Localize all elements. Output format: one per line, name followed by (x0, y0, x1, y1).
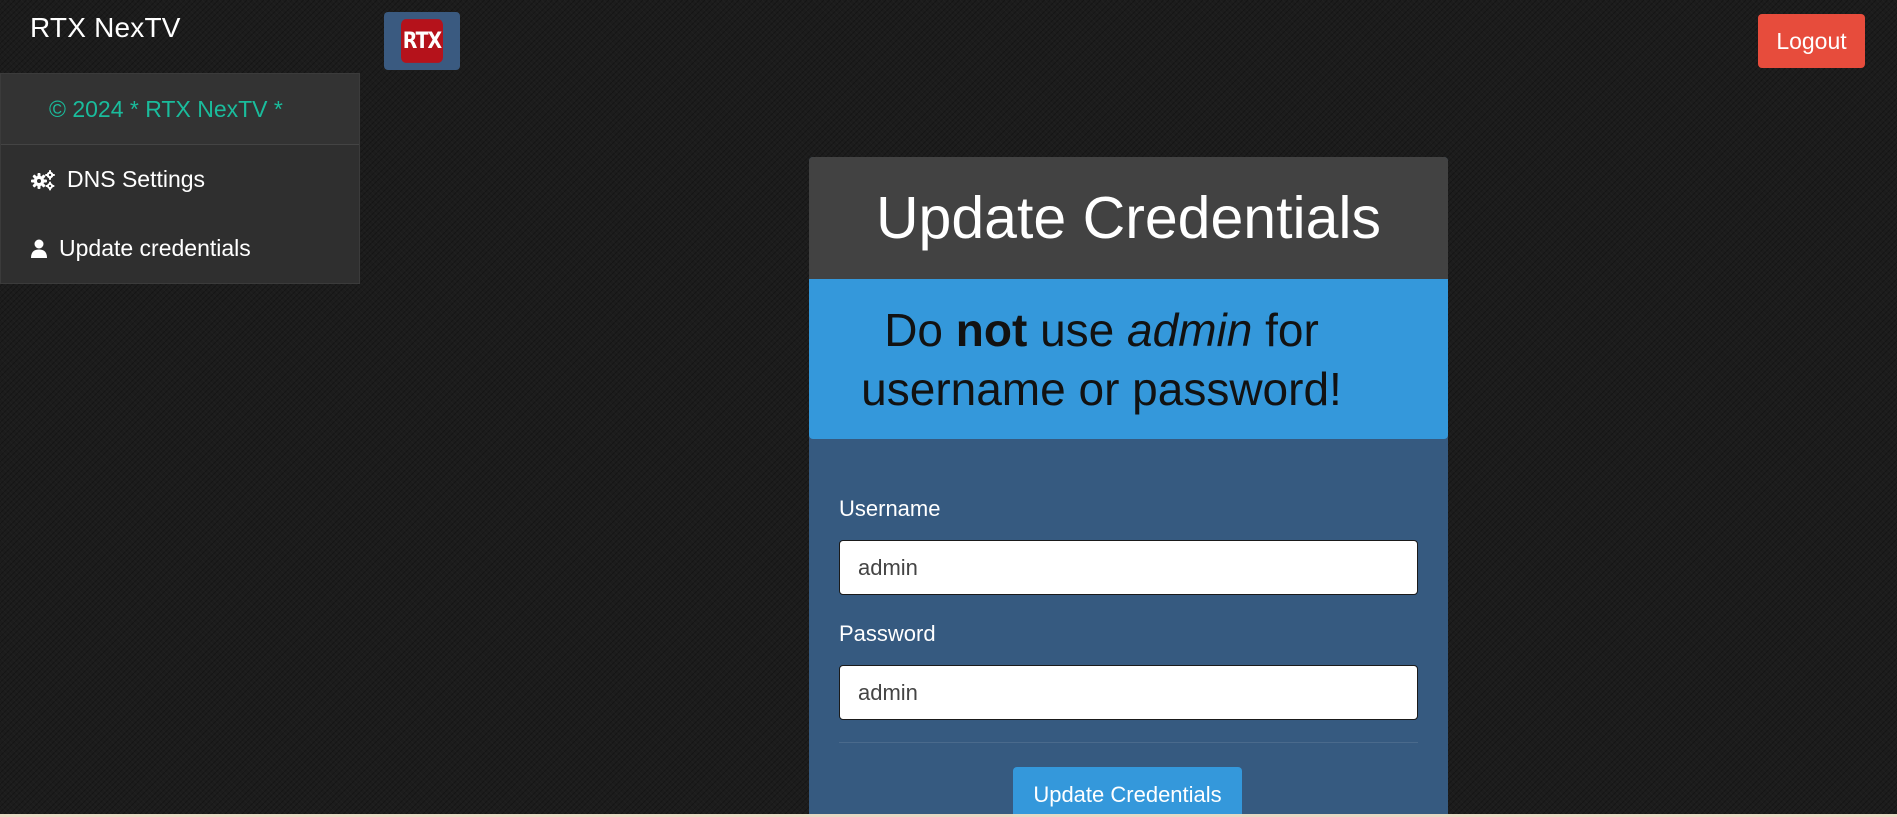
alert-line-2: username or password! (861, 363, 1342, 415)
gears-icon (31, 169, 57, 191)
panel-title: Update Credentials (809, 157, 1448, 279)
password-label: Password (839, 621, 936, 646)
password-input[interactable] (839, 665, 1418, 720)
sidebar-item-dns-settings[interactable]: DNS Settings (1, 145, 359, 214)
brand-title[interactable]: RTX NexTV (30, 12, 181, 44)
logo-button[interactable]: RTX (384, 12, 460, 70)
sidebar-item-update-credentials[interactable]: Update credentials (1, 214, 359, 283)
warning-alert: Do not use admin for username or passwor… (809, 279, 1448, 439)
copyright-text: © 2024 * RTX NexTV * (1, 74, 359, 145)
sidebar-item-label: Update credentials (59, 235, 251, 261)
credentials-panel: Update Credentials Do not use admin for … (809, 157, 1448, 817)
alert-line-1: Do not use admin for (884, 304, 1319, 356)
user-icon (31, 239, 49, 259)
update-credentials-button[interactable]: Update Credentials (1013, 767, 1242, 817)
sidebar: © 2024 * RTX NexTV * DNS Settings Update… (0, 73, 360, 284)
username-input[interactable] (839, 540, 1418, 595)
sidebar-item-label: DNS Settings (67, 166, 206, 192)
username-label: Username (839, 496, 941, 521)
rtx-logo: RTX (401, 19, 443, 63)
form-divider (839, 742, 1418, 743)
logout-button[interactable]: Logout (1758, 14, 1865, 68)
